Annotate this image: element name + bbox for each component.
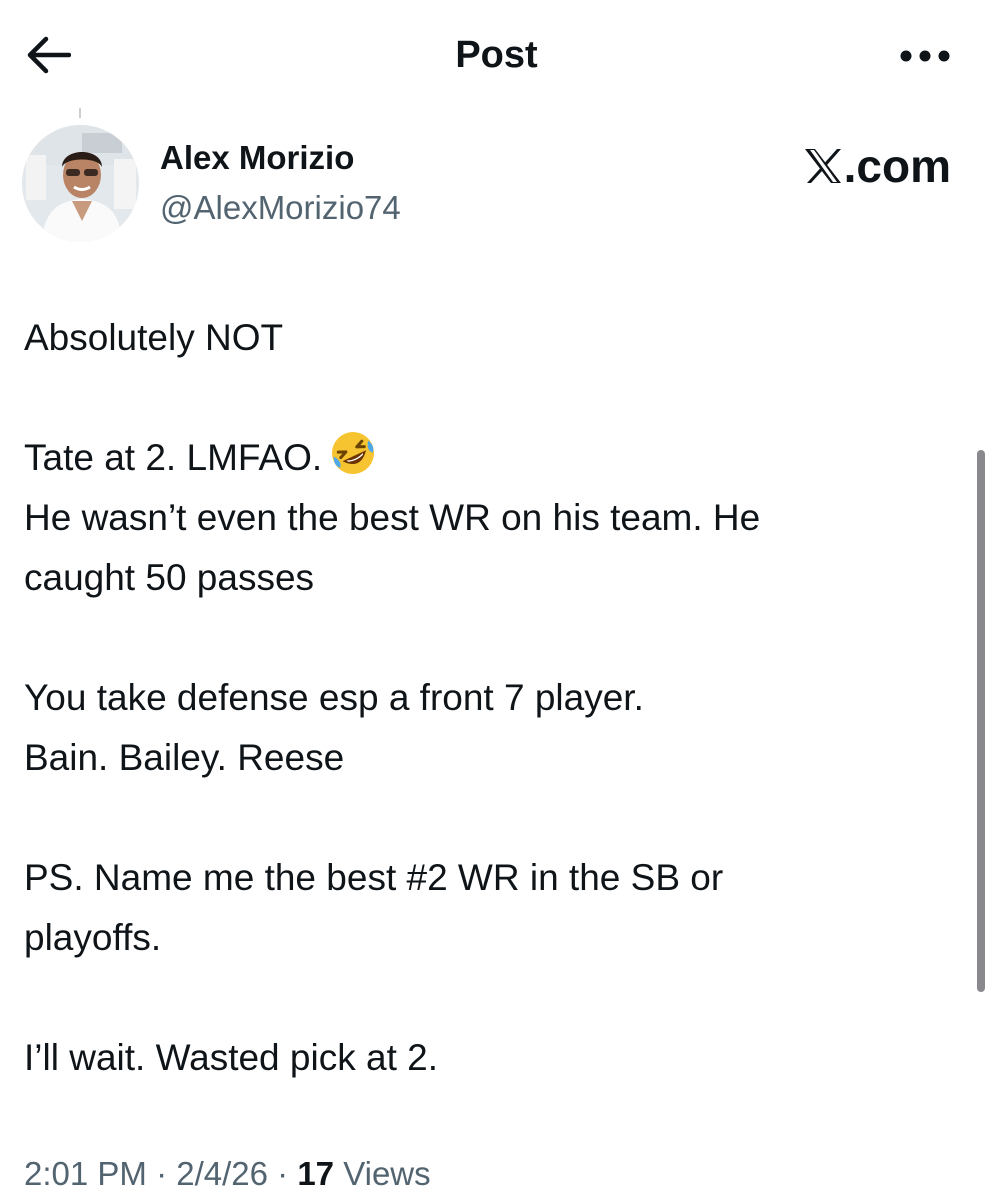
views-count: 17 xyxy=(297,1155,335,1192)
rolling-on-floor-laughing-emoji xyxy=(330,430,376,494)
tweet-line: He wasn’t even the best WR on his team. … xyxy=(24,497,761,538)
divider-tick xyxy=(79,108,81,118)
tweet-text: Absolutely NOT Tate at 2. LMFAO. He wasn… xyxy=(24,308,924,1088)
post-time[interactable]: 2:01 PM xyxy=(24,1155,147,1192)
tweet-line-text: Tate at 2. LMFAO. xyxy=(24,437,323,478)
views-label: Views xyxy=(334,1155,431,1192)
meta-separator: · xyxy=(146,1155,177,1192)
page-title: Post xyxy=(455,34,538,76)
brand-mark: .com xyxy=(803,138,951,194)
brand-label: .com xyxy=(843,140,951,192)
more-horizontal-icon xyxy=(900,50,950,62)
tweet-line: Absolutely NOT xyxy=(24,317,284,358)
post-date[interactable]: 2/4/26 xyxy=(176,1155,268,1192)
scrollbar[interactable] xyxy=(977,450,985,992)
tweet-line: Tate at 2. LMFAO. xyxy=(24,428,924,488)
profile-photo xyxy=(22,125,139,242)
author-name[interactable]: Alex Morizio xyxy=(160,136,354,180)
more-options-button[interactable] xyxy=(893,36,957,76)
tweet-line: You take defense esp a front 7 player. xyxy=(24,677,644,718)
post-meta: 2:01 PM · 2/4/26 · 17 Views xyxy=(24,1152,431,1196)
tweet-line: Bain. Bailey. Reese xyxy=(24,737,345,778)
tweet-line: I’ll wait. Wasted pick at 2. xyxy=(24,1037,438,1078)
x-logo-icon xyxy=(804,149,841,183)
author-handle[interactable]: @AlexMorizio74 xyxy=(160,186,401,230)
tweet-line: caught 50 passes xyxy=(24,557,315,598)
meta-separator: · xyxy=(267,1155,298,1192)
avatar[interactable] xyxy=(22,125,139,242)
tweet-line: PS. Name me the best #2 WR in the SB or xyxy=(24,857,724,898)
top-bar: Post xyxy=(0,0,993,110)
tweet-line: playoffs. xyxy=(24,917,162,958)
